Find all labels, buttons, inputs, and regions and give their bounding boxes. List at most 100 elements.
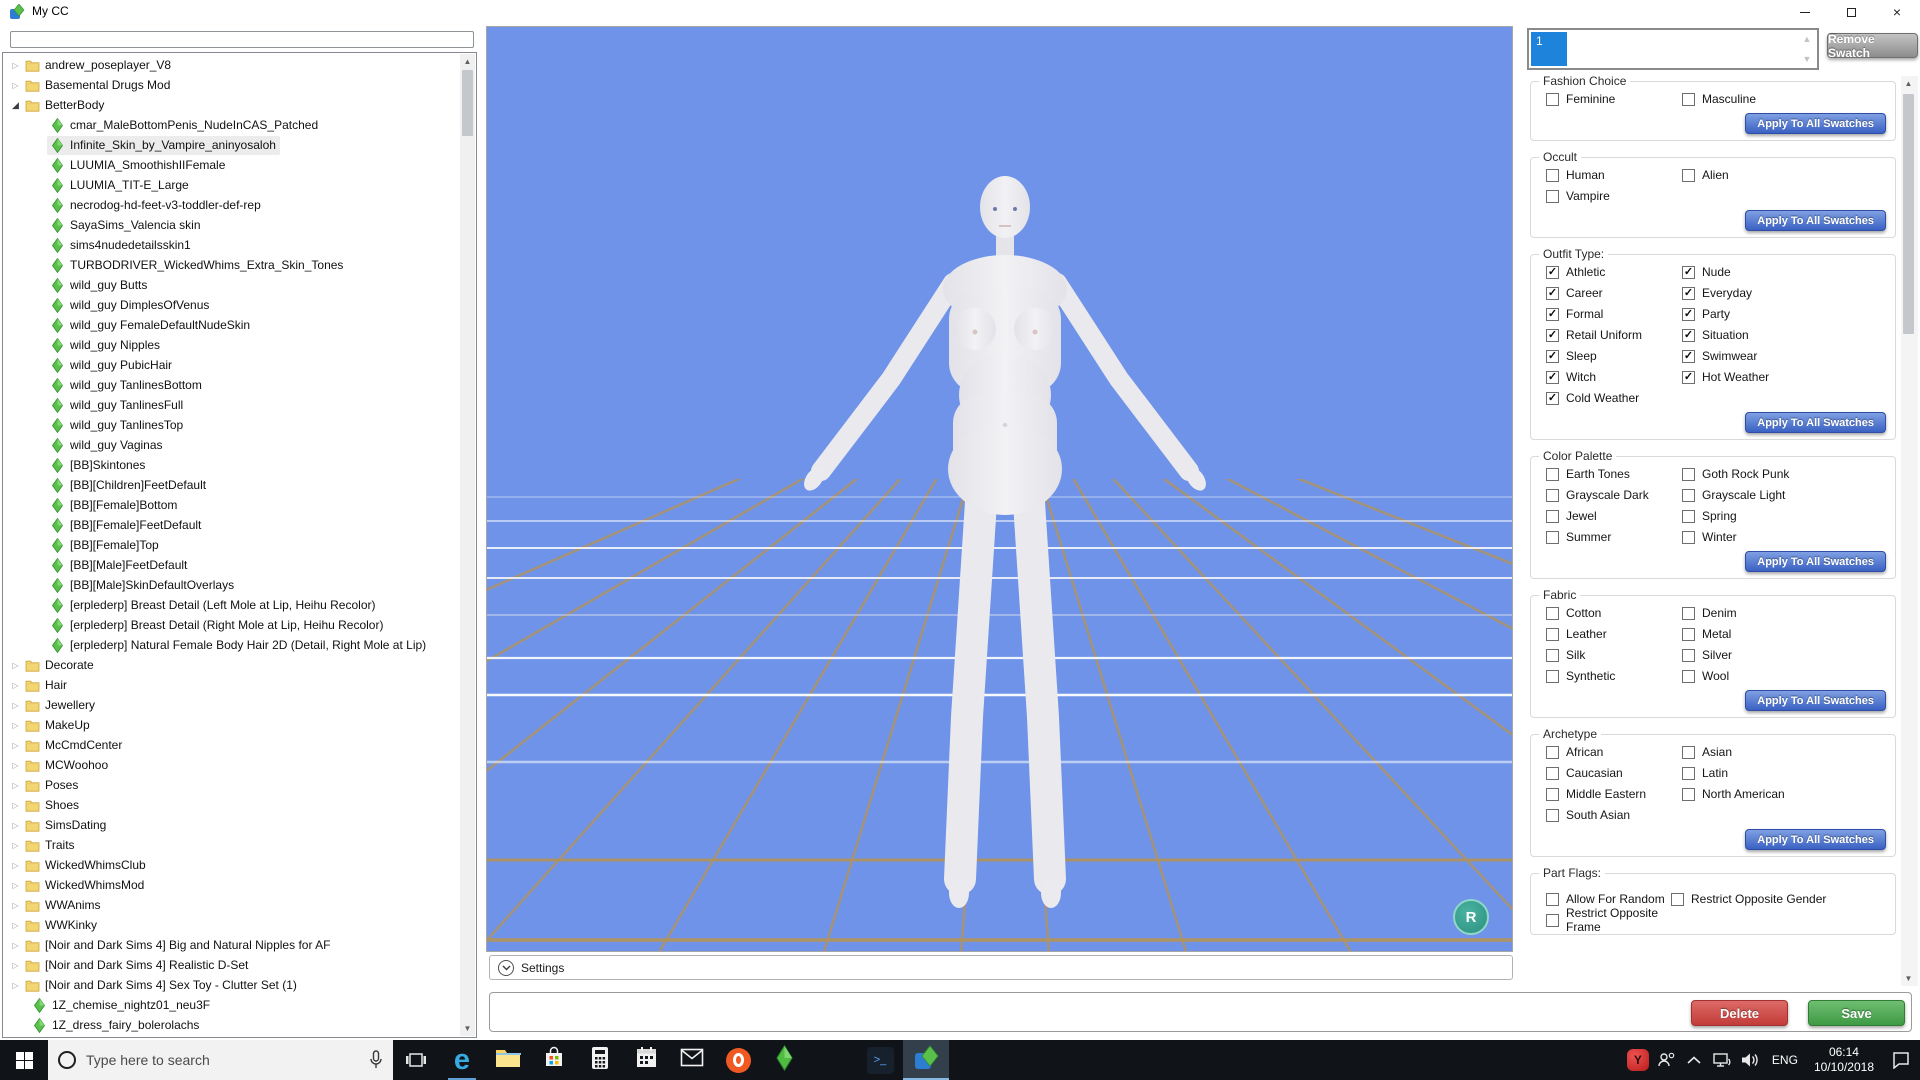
expand-icon[interactable]: ▷: [9, 921, 22, 930]
checked-checkbox[interactable]: ✓: [1546, 392, 1559, 405]
unchecked-checkbox[interactable]: [1682, 489, 1695, 502]
action-center-button[interactable]: [1882, 1051, 1920, 1069]
tree-row[interactable]: ▷WWAnims: [3, 895, 459, 915]
scrollbar-thumb[interactable]: [462, 70, 473, 136]
tree-row[interactable]: 1Z_dress_fairy_bolerolachs: [3, 1015, 459, 1035]
checkbox-grayscale-dark[interactable]: Grayscale Dark: [1546, 488, 1682, 502]
checkbox-asian[interactable]: Asian: [1682, 745, 1887, 759]
expand-icon[interactable]: ▷: [9, 741, 22, 750]
people-icon[interactable]: [1652, 1051, 1680, 1069]
tree-row[interactable]: [BB][Male]FeetDefault: [3, 555, 459, 575]
unchecked-checkbox[interactable]: [1546, 607, 1559, 620]
tree-row[interactable]: wild_guy Vaginas: [3, 435, 459, 455]
expand-icon[interactable]: ▷: [9, 701, 22, 710]
microphone-icon[interactable]: [369, 1050, 383, 1070]
checkbox-grayscale-light[interactable]: Grayscale Light: [1682, 488, 1887, 502]
unchecked-checkbox[interactable]: [1682, 468, 1695, 481]
checked-checkbox[interactable]: ✓: [1546, 266, 1559, 279]
checkbox-nude[interactable]: ✓Nude: [1682, 265, 1887, 279]
checkbox-swimwear[interactable]: ✓Swimwear: [1682, 349, 1887, 363]
tree-row[interactable]: ▷WWKinky: [3, 915, 459, 935]
checkbox-situation[interactable]: ✓Situation: [1682, 328, 1887, 342]
checkbox-party[interactable]: ✓Party: [1682, 307, 1887, 321]
tree-row[interactable]: wild_guy Nipples: [3, 335, 459, 355]
tree-row[interactable]: [BB]Skintones: [3, 455, 459, 475]
checkbox-synthetic[interactable]: Synthetic: [1546, 669, 1682, 683]
close-button[interactable]: ×: [1874, 0, 1920, 24]
checkbox-alien[interactable]: Alien: [1682, 168, 1887, 182]
unchecked-checkbox[interactable]: [1546, 788, 1559, 801]
tree-row[interactable]: wild_guy PubicHair: [3, 355, 459, 375]
checkbox-vampire[interactable]: Vampire: [1546, 189, 1682, 203]
checkbox-south-asian[interactable]: South Asian: [1546, 808, 1682, 822]
checked-checkbox[interactable]: ✓: [1682, 350, 1695, 363]
expand-icon[interactable]: ▷: [9, 61, 22, 70]
checked-checkbox[interactable]: ✓: [1682, 329, 1695, 342]
unchecked-checkbox[interactable]: [1546, 93, 1559, 106]
checkbox-sleep[interactable]: ✓Sleep: [1546, 349, 1682, 363]
task-view-button[interactable]: [393, 1040, 439, 1080]
tree-row[interactable]: ▷Poses: [3, 775, 459, 795]
swatch-1[interactable]: 1: [1531, 32, 1567, 66]
unchecked-checkbox[interactable]: [1682, 670, 1695, 683]
tree-row[interactable]: cmar_MaleBottomPenis_NudeInCAS_Patched: [3, 115, 459, 135]
tree-row[interactable]: ▷WickedWhimsClub: [3, 855, 459, 875]
checkbox-formal[interactable]: ✓Formal: [1546, 307, 1682, 321]
network-icon[interactable]: [1708, 1052, 1736, 1068]
tree-row[interactable]: ▷McCmdCenter: [3, 735, 459, 755]
checkbox-denim[interactable]: Denim: [1682, 606, 1887, 620]
expand-icon[interactable]: ▷: [9, 801, 22, 810]
tree-row[interactable]: ▷Decorate: [3, 655, 459, 675]
mail-taskbar-button[interactable]: [669, 1040, 715, 1080]
tree-row[interactable]: [BB][Children]FeetDefault: [3, 475, 459, 495]
expand-icon[interactable]: ▷: [9, 721, 22, 730]
checked-checkbox[interactable]: ✓: [1546, 329, 1559, 342]
checkbox-caucasian[interactable]: Caucasian: [1546, 766, 1682, 780]
apply-to-all-swatches-button[interactable]: Apply To All Swatches: [1745, 551, 1886, 572]
tree-row[interactable]: 1Z_chemise_nightz01_neu3F: [3, 995, 459, 1015]
expand-icon[interactable]: ▷: [9, 81, 22, 90]
checkbox-silver[interactable]: Silver: [1682, 648, 1887, 662]
calendar-taskbar-button[interactable]: [623, 1040, 669, 1080]
unchecked-checkbox[interactable]: [1546, 531, 1559, 544]
checkbox-witch[interactable]: ✓Witch: [1546, 370, 1682, 384]
scroll-down-icon[interactable]: ▼: [1901, 971, 1916, 986]
spinner-up-icon[interactable]: ▲: [1803, 34, 1812, 44]
chevron-up-icon[interactable]: [1680, 1056, 1708, 1065]
tree-row[interactable]: ▷Hair: [3, 675, 459, 695]
tree-row[interactable]: ▷andrew_poseplayer_V8: [3, 55, 459, 75]
maximize-button[interactable]: [1828, 0, 1874, 24]
tree-row[interactable]: TURBODRIVER_WickedWhims_Extra_Skin_Tones: [3, 255, 459, 275]
expand-icon[interactable]: ▷: [9, 941, 22, 950]
tree-row[interactable]: necrodog-hd-feet-v3-toddler-def-rep: [3, 195, 459, 215]
checkbox-summer[interactable]: Summer: [1546, 530, 1682, 544]
checkbox-latin[interactable]: Latin: [1682, 766, 1887, 780]
checkbox-athletic[interactable]: ✓Athletic: [1546, 265, 1682, 279]
tree-row[interactable]: ▷WickedWhimsMod: [3, 875, 459, 895]
swatch-spinner[interactable]: ▲ ▼: [1799, 31, 1815, 67]
unchecked-checkbox[interactable]: [1682, 767, 1695, 780]
unchecked-checkbox[interactable]: [1682, 169, 1695, 182]
expand-icon[interactable]: ▷: [9, 861, 22, 870]
checkbox-masculine[interactable]: Masculine: [1682, 92, 1887, 106]
tree-row[interactable]: ◢BetterBody: [3, 95, 459, 115]
unchecked-checkbox[interactable]: [1546, 489, 1559, 502]
start-button[interactable]: [0, 1040, 48, 1080]
unchecked-checkbox[interactable]: [1546, 510, 1559, 523]
checked-checkbox[interactable]: ✓: [1546, 308, 1559, 321]
tree-row[interactable]: Infinite_Skin_by_Vampire_aninyosaloh: [3, 135, 459, 155]
minimize-button[interactable]: [1782, 0, 1828, 24]
store-taskbar-button[interactable]: [531, 1040, 577, 1080]
expand-icon[interactable]: ▷: [9, 821, 22, 830]
checkbox-everyday[interactable]: ✓Everyday: [1682, 286, 1887, 300]
tree-row[interactable]: ▷[Noir and Dark Sims 4] Big and Natural …: [3, 935, 459, 955]
unchecked-checkbox[interactable]: [1682, 649, 1695, 662]
unchecked-checkbox[interactable]: [1682, 510, 1695, 523]
unchecked-checkbox[interactable]: [1546, 468, 1559, 481]
tree-row[interactable]: [erplederp] Natural Female Body Hair 2D …: [3, 635, 459, 655]
checkbox-cotton[interactable]: Cotton: [1546, 606, 1682, 620]
unchecked-checkbox[interactable]: [1546, 628, 1559, 641]
tree-row[interactable]: wild_guy TanlinesBottom: [3, 375, 459, 395]
tree-row[interactable]: ▷Traits: [3, 835, 459, 855]
checkbox-winter[interactable]: Winter: [1682, 530, 1887, 544]
